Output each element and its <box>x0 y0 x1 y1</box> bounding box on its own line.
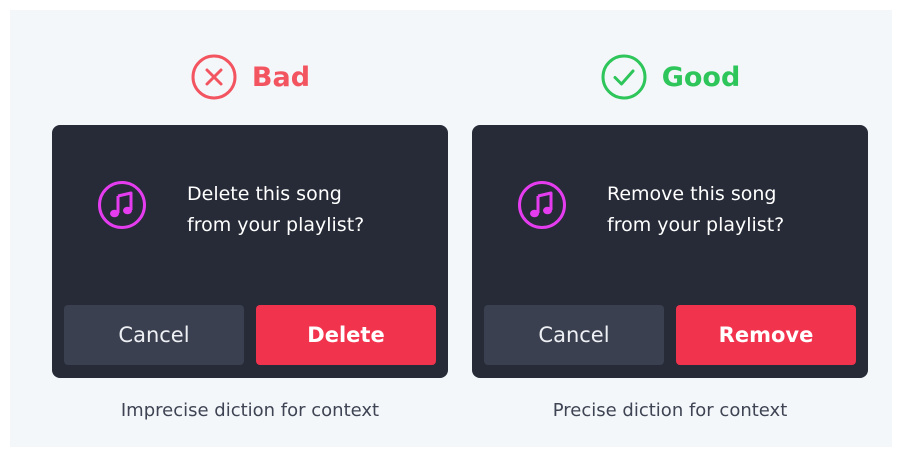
dialog-message: Delete this song from your playlist? <box>187 179 427 241</box>
delete-button[interactable]: Delete <box>256 305 436 365</box>
dialog-message: Remove this song from your playlist? <box>607 179 847 241</box>
good-confirm-dialog: Remove this song from your playlist? Can… <box>472 125 868 378</box>
bad-caption: Imprecise diction for context <box>120 400 380 421</box>
x-circle-icon <box>190 53 238 101</box>
good-example: Good Remove this song from your playlist… <box>472 10 868 447</box>
bad-verdict-label: Bad <box>251 61 311 93</box>
good-caption: Precise diction for context <box>552 400 788 421</box>
good-verdict-label: Good <box>661 61 741 93</box>
music-note-icon <box>97 180 147 230</box>
dialog-message-line: from your playlist? <box>187 214 365 236</box>
dialog-message-line: Remove this song <box>607 183 777 205</box>
dialog-message-line: Delete this song <box>187 183 342 205</box>
comparison-panel: Bad Delete this song from your playlist?… <box>10 10 892 447</box>
remove-button[interactable]: Remove <box>676 305 856 365</box>
bad-confirm-dialog: Delete this song from your playlist? Can… <box>52 125 448 378</box>
bad-verdict: Bad <box>52 52 448 102</box>
dialog-message-line: from your playlist? <box>607 214 785 236</box>
cancel-button[interactable]: Cancel <box>64 305 244 365</box>
bad-example: Bad Delete this song from your playlist?… <box>52 10 448 447</box>
cancel-button[interactable]: Cancel <box>484 305 664 365</box>
check-circle-icon <box>600 53 648 101</box>
good-verdict: Good <box>472 52 868 102</box>
music-note-icon <box>517 180 567 230</box>
